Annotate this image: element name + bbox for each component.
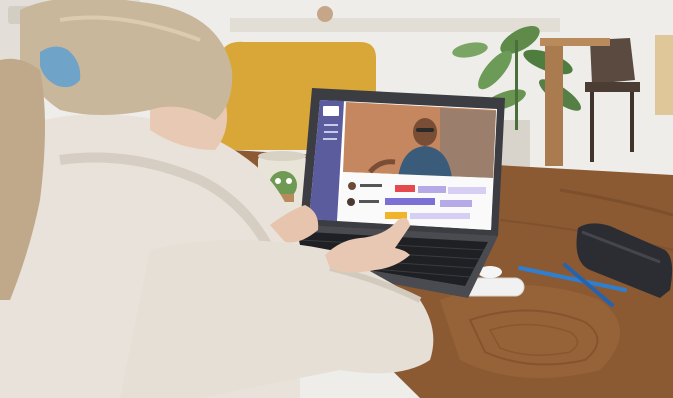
wall-shelf [230,18,560,32]
gantt-bar [410,213,470,219]
gantt-bar [440,200,472,207]
gantt-bar [418,186,446,193]
photo-illustration [0,0,673,398]
shelf-vase [317,6,333,22]
gantt-bar [385,212,407,219]
photo-scene [0,0,673,398]
gantt-bar [395,185,415,192]
gantt-bar [448,187,486,194]
background-lamp [655,35,673,115]
screen-sidebar-logo [323,106,339,116]
gantt-bar [385,198,435,205]
